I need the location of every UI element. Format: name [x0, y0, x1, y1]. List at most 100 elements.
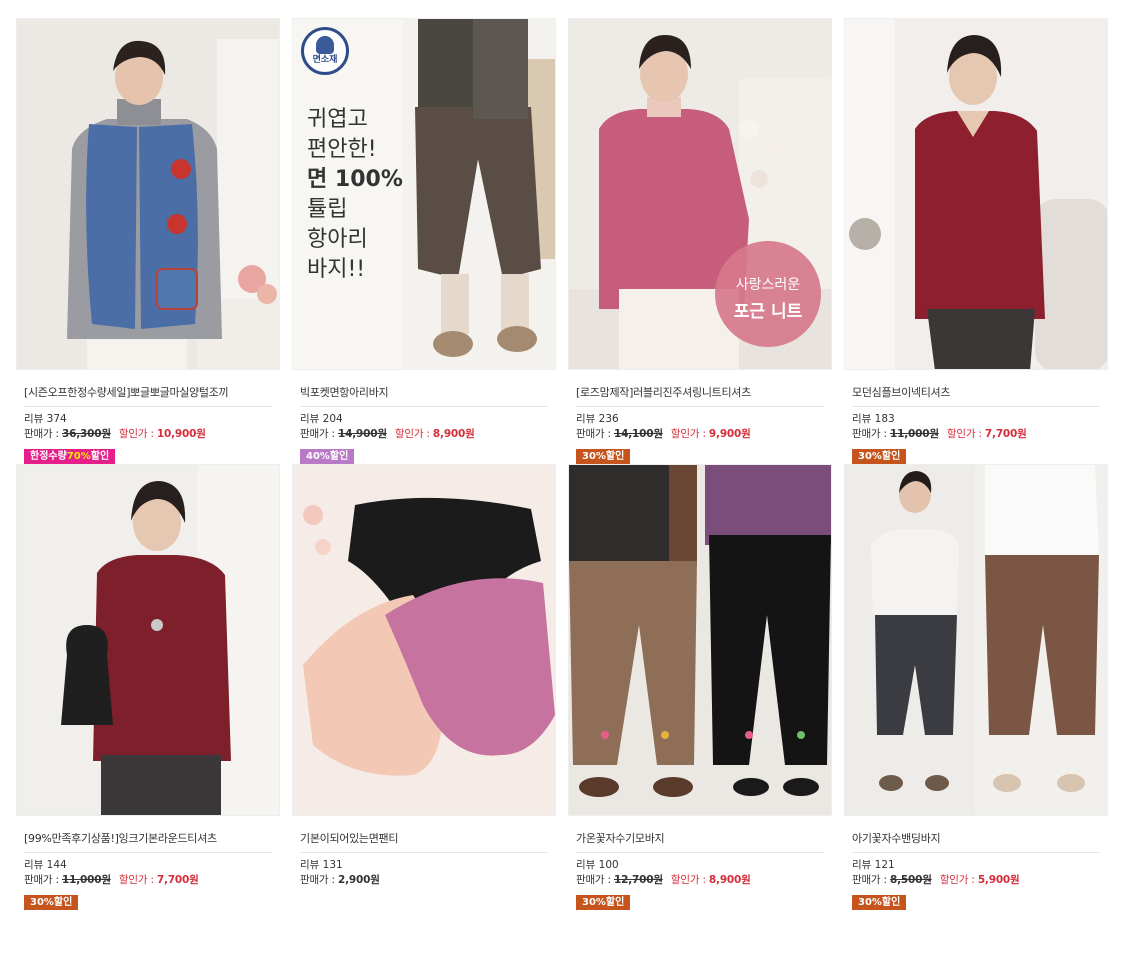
- sale-price: 10,900원: [156, 428, 206, 440]
- promo-circle: 사랑스러운 포근 니트: [715, 241, 821, 347]
- original-price: 12,700원: [614, 874, 663, 886]
- product-image[interactable]: [16, 464, 280, 816]
- badge-suffix: 할인: [90, 451, 110, 462]
- product-row: [99%만족후기상품!]잉크기본라운드티셔츠 리뷰 144 판매가 : 11,0…: [16, 464, 1108, 910]
- product-name[interactable]: [99%만족후기상품!]잉크기본라운드티셔츠: [16, 830, 280, 846]
- divider: [300, 406, 548, 407]
- price-label: 판매가 :: [24, 874, 59, 886]
- product-image[interactable]: [844, 464, 1108, 816]
- sale-price-label: 할인가 :: [946, 428, 982, 440]
- promo-line: 포근 니트: [733, 302, 803, 322]
- review-count: 리뷰 121: [844, 857, 1108, 872]
- sale-price-label: 할인가 :: [939, 874, 975, 886]
- review-count: 리뷰 236: [568, 411, 832, 426]
- product-card[interactable]: 가온꽃자수기모바지 리뷰 100 판매가 : 12,700원 할인가 : 8,9…: [568, 464, 832, 910]
- review-value: 121: [874, 859, 895, 871]
- discount-badge: 한정수량70%할인: [24, 449, 116, 464]
- sale-price-label: 할인가 :: [394, 428, 430, 440]
- sale-price: 7,700원: [156, 874, 199, 886]
- promo-line: 튤립: [307, 197, 348, 222]
- divider: [852, 852, 1100, 853]
- price-line: 판매가 : 36,300원 할인가 : 10,900원: [16, 426, 280, 444]
- divider: [852, 406, 1100, 407]
- divider: [576, 852, 824, 853]
- divider: [24, 852, 272, 853]
- review-label: 리뷰: [576, 859, 596, 871]
- badge-highlight: 70%: [66, 451, 91, 462]
- product-card[interactable]: 기본이되어있는면팬티 리뷰 131 판매가 : 2,900원: [292, 464, 556, 910]
- embroidered-band-pants-photo-icon: [845, 465, 1107, 815]
- product-name[interactable]: 가온꽃자수기모바지: [568, 830, 832, 846]
- product-image[interactable]: [568, 464, 832, 816]
- sale-price: 9,900원: [708, 428, 751, 440]
- sale-price-label: 할인가 :: [670, 874, 706, 886]
- product-name[interactable]: 아기꽃자수밴딩바지: [844, 830, 1108, 846]
- discount-badge: 30%할인: [24, 895, 79, 910]
- review-value: 144: [46, 859, 67, 871]
- review-count: 리뷰 131: [292, 857, 556, 872]
- original-price: 14,100원: [614, 428, 663, 440]
- sale-price: 8,900원: [708, 874, 751, 886]
- promo-line: 편안한!: [307, 137, 377, 162]
- review-label: 리뷰: [300, 413, 320, 425]
- product-card[interactable]: 면소재 귀엽고 편안한! 면 100% 튤립 항아리 바지!! 빅포켓면항아리바…: [292, 18, 556, 464]
- product-card[interactable]: [시즌오프한정수량세일]뽀글뽀글마실양털조끼 리뷰 374 판매가 : 36,3…: [16, 18, 280, 464]
- product-name[interactable]: 빅포켓면항아리바지: [292, 384, 556, 400]
- sale-price: 5,900원: [977, 874, 1020, 886]
- product-image[interactable]: [16, 18, 280, 370]
- product-card[interactable]: 사랑스러운 포근 니트 [로즈맘제작]러블리진주셔링니트티셔츠 리뷰 236 판…: [568, 18, 832, 464]
- review-label: 리뷰: [576, 413, 596, 425]
- discount-badge: 30%할인: [852, 895, 907, 910]
- embroidered-fleece-pants-photo-icon: [569, 465, 831, 815]
- product-image[interactable]: [844, 18, 1108, 370]
- original-price: 8,500원: [890, 874, 932, 886]
- logo-text: 면소재: [312, 55, 338, 65]
- product-name[interactable]: [로즈맘제작]러블리진주셔링니트티셔츠: [568, 384, 832, 400]
- promo-line: 바지!!: [307, 257, 366, 282]
- product-image[interactable]: 사랑스러운 포근 니트: [568, 18, 832, 370]
- product-name[interactable]: [시즌오프한정수량세일]뽀글뽀글마실양털조끼: [16, 384, 280, 400]
- tree-icon: [316, 36, 334, 54]
- review-value: 183: [874, 413, 895, 425]
- review-count: 리뷰 183: [844, 411, 1108, 426]
- review-count: 리뷰 100: [568, 857, 832, 872]
- price-line: 판매가 : 12,700원 할인가 : 8,900원: [568, 872, 832, 890]
- divider: [24, 406, 272, 407]
- price-value: 2,900원: [338, 874, 380, 886]
- product-card[interactable]: 모던심플브이넥티셔츠 리뷰 183 판매가 : 11,000원 할인가 : 7,…: [844, 18, 1108, 464]
- divider: [300, 852, 548, 853]
- divider: [576, 406, 824, 407]
- review-value: 100: [598, 859, 619, 871]
- original-price: 11,000원: [890, 428, 939, 440]
- original-price: 36,300원: [62, 428, 111, 440]
- original-price: 11,000원: [62, 874, 111, 886]
- product-card[interactable]: [99%만족후기상품!]잉크기본라운드티셔츠 리뷰 144 판매가 : 11,0…: [16, 464, 280, 910]
- review-label: 리뷰: [852, 859, 872, 871]
- price-line: 판매가 : 11,000원 할인가 : 7,700원: [844, 426, 1108, 444]
- original-price: 14,900원: [338, 428, 387, 440]
- price-line: 판매가 : 14,900원 할인가 : 8,900원: [292, 426, 556, 444]
- product-name[interactable]: 모던심플브이넥티셔츠: [844, 384, 1108, 400]
- review-label: 리뷰: [24, 859, 44, 871]
- discount-badge: 40%할인: [300, 449, 355, 464]
- product-image[interactable]: [292, 464, 556, 816]
- product-name[interactable]: 기본이되어있는면팬티: [292, 830, 556, 846]
- review-label: 리뷰: [300, 859, 320, 871]
- cotton-logo-icon: 면소재: [301, 27, 349, 75]
- review-label: 리뷰: [24, 413, 44, 425]
- cotton-panties-photo-icon: [293, 465, 555, 815]
- promo-line: 사랑스러운: [735, 277, 801, 293]
- sale-price-label: 할인가 :: [118, 874, 154, 886]
- promo-line: 귀엽고: [307, 107, 368, 132]
- review-value: 236: [598, 413, 619, 425]
- promo-line: 면 100%: [307, 167, 403, 192]
- review-value: 374: [46, 413, 67, 425]
- product-image[interactable]: 면소재 귀엽고 편안한! 면 100% 튤립 항아리 바지!!: [292, 18, 556, 370]
- badge-text: 한정수량: [30, 451, 67, 462]
- review-value: 131: [322, 859, 343, 871]
- review-count: 리뷰 374: [16, 411, 280, 426]
- sale-price: 8,900원: [432, 428, 475, 440]
- product-row: [시즌오프한정수량세일]뽀글뽀글마실양털조끼 리뷰 374 판매가 : 36,3…: [16, 18, 1108, 464]
- woman-burgundy-vneck-photo-icon: [845, 19, 1107, 369]
- product-card[interactable]: 아기꽃자수밴딩바지 리뷰 121 판매가 : 8,500원 할인가 : 5,90…: [844, 464, 1108, 910]
